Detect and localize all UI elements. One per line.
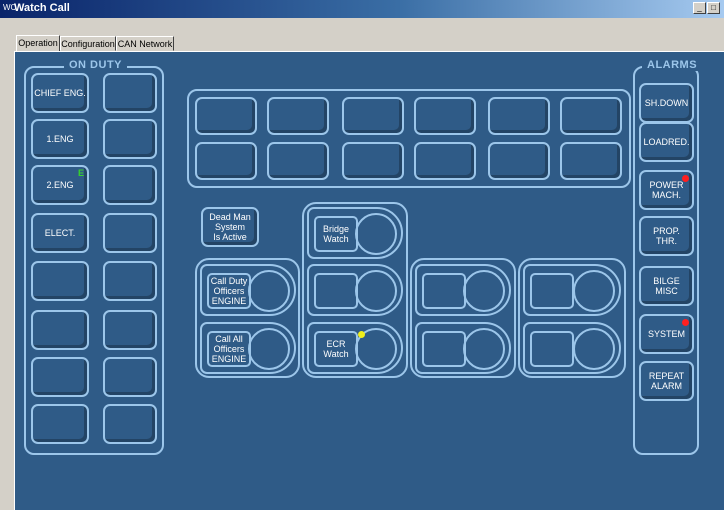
bridge-watch-button[interactable]: Bridge Watch bbox=[307, 207, 403, 259]
duty-slot-empty[interactable] bbox=[103, 119, 157, 159]
tab-configuration[interactable]: Configuration bbox=[60, 36, 116, 51]
ecr-indicator-icon bbox=[358, 331, 365, 338]
dead-man-status: Dead Man System Is Active bbox=[201, 207, 259, 247]
ecr-watch-button[interactable]: ECR Watch bbox=[307, 322, 403, 374]
station-slot-empty[interactable] bbox=[267, 97, 329, 135]
duty-slot-empty[interactable] bbox=[31, 261, 89, 301]
watch-slot-empty[interactable] bbox=[523, 264, 621, 316]
duty-slot-empty[interactable] bbox=[103, 213, 157, 253]
duty-slot-empty[interactable] bbox=[103, 73, 157, 113]
duty-button-2-eng[interactable]: 2.ENG E bbox=[31, 165, 89, 205]
station-slot-empty[interactable] bbox=[195, 142, 257, 180]
alarms-title: ALARMS bbox=[642, 59, 703, 71]
watch-slot-empty[interactable] bbox=[415, 264, 511, 316]
alarm-active-icon bbox=[682, 175, 689, 182]
alarm-button-repeat-alarm[interactable]: REPEAT ALARM bbox=[639, 361, 694, 401]
call-duty-officers-button[interactable]: Call Duty Officers ENGINE bbox=[200, 264, 296, 316]
station-slot-empty[interactable] bbox=[414, 97, 476, 135]
duty-slot-empty[interactable] bbox=[103, 404, 157, 444]
alarm-button-bilge-misc[interactable]: BILGE MISC bbox=[639, 266, 694, 306]
alarm-active-icon bbox=[682, 319, 689, 326]
call-all-officers-button[interactable]: Call All Officers ENGINE bbox=[200, 322, 296, 374]
station-slot-empty[interactable] bbox=[560, 142, 622, 180]
tab-operation[interactable]: Operation bbox=[16, 35, 60, 52]
minimize-icon[interactable]: _ bbox=[693, 2, 706, 14]
watch-slot-empty[interactable] bbox=[307, 264, 403, 316]
duty-slot-empty[interactable] bbox=[31, 357, 89, 397]
duty-slot-empty[interactable] bbox=[103, 357, 157, 397]
duty-button-elect[interactable]: ELECT. bbox=[31, 213, 89, 253]
alarm-button-sh-down[interactable]: SH.DOWN bbox=[639, 83, 694, 123]
duty-slot-empty[interactable] bbox=[31, 310, 89, 350]
station-slot-empty[interactable] bbox=[560, 97, 622, 135]
window-title: Watch Call bbox=[14, 2, 70, 14]
alarm-button-prop-thr[interactable]: PROP. THR. bbox=[639, 216, 694, 256]
maximize-icon[interactable]: □ bbox=[707, 2, 720, 14]
station-slot-empty[interactable] bbox=[488, 142, 550, 180]
duty-slot-empty[interactable] bbox=[103, 310, 157, 350]
title-bar[interactable]: WC Watch Call _ □ bbox=[0, 0, 724, 18]
station-slot-empty[interactable] bbox=[488, 97, 550, 135]
station-slot-empty[interactable] bbox=[342, 97, 404, 135]
station-slot-empty[interactable] bbox=[195, 97, 257, 135]
duty-button-1-eng[interactable]: 1.ENG bbox=[31, 119, 89, 159]
station-slot-empty[interactable] bbox=[267, 142, 329, 180]
station-slot-empty[interactable] bbox=[414, 142, 476, 180]
watch-slot-empty[interactable] bbox=[415, 322, 511, 374]
watch-slot-empty[interactable] bbox=[523, 322, 621, 374]
duty-slot-empty[interactable] bbox=[103, 165, 157, 205]
on-duty-title: ON DUTY bbox=[64, 59, 127, 71]
duty-slot-empty[interactable] bbox=[31, 404, 89, 444]
station-slot-empty[interactable] bbox=[342, 142, 404, 180]
duty-button-chief-eng[interactable]: CHIEF ENG. bbox=[31, 73, 89, 113]
duty-slot-empty[interactable] bbox=[103, 261, 157, 301]
alarm-button-power-mach[interactable]: POWER MACH. bbox=[639, 170, 694, 210]
engine-indicator-icon: E bbox=[77, 168, 84, 178]
tab-can-network[interactable]: CAN Network bbox=[116, 36, 174, 51]
alarm-button-loadred[interactable]: LOADRED. bbox=[639, 122, 694, 162]
alarm-button-system[interactable]: SYSTEM bbox=[639, 314, 694, 354]
